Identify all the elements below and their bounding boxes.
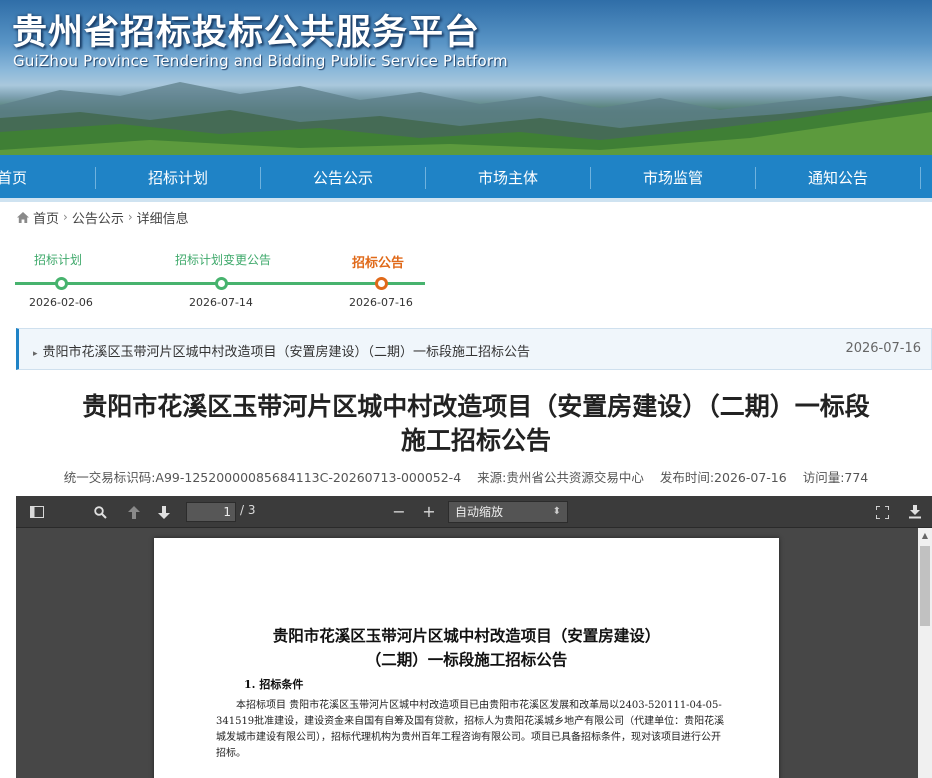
article-meta: 统一交易标识码:A99-12520000085684113C-20260713-… <box>0 467 932 486</box>
nav-item-market-entities[interactable]: 市场主体 <box>426 155 590 198</box>
page-number-input[interactable]: 1 <box>186 502 236 522</box>
timeline-step-label[interactable]: 招标计划变更公告 <box>175 251 271 268</box>
timeline-step-label[interactable]: 招标计划 <box>34 251 82 268</box>
zoom-select-value: 自动缩放 <box>455 505 504 519</box>
updown-caret-icon: ⬍ <box>552 506 561 517</box>
pdf-viewer: 1 / 3 − + 自动缩放 ⬍ 贵阳市花溪区玉带河片区城中村改造项目（安置房建… <box>16 496 932 778</box>
download-icon[interactable] <box>904 502 926 522</box>
home-icon[interactable] <box>16 211 30 224</box>
breadcrumb-current: 详细信息 <box>136 211 189 227</box>
pdf-document-title: 贵阳市花溪区玉带河片区城中村改造项目（安置房建设） （二期）一标段施工招标公告 <box>154 624 779 672</box>
timeline-step-label-active[interactable]: 招标公告 <box>352 252 404 271</box>
scroll-up-arrow-icon[interactable]: ▲ <box>918 530 932 542</box>
zoom-select[interactable]: 自动缩放 ⬍ <box>448 501 568 523</box>
pdf-title-line2: （二期）一标段施工招标公告 <box>365 650 568 669</box>
pdf-toolbar: 1 / 3 − + 自动缩放 ⬍ <box>16 496 932 528</box>
pdf-section-heading: 1. 招标条件 <box>244 678 304 691</box>
meta-publish-date: 发布时间:2026-07-16 <box>659 470 787 485</box>
chevron-right-icon: › <box>127 210 133 224</box>
zoom-in-icon[interactable]: + <box>418 502 440 522</box>
breadcrumb-home-link[interactable]: 首页 <box>33 208 59 227</box>
notice-title[interactable]: 贵阳市花溪区玉带河片区城中村改造项目（安置房建设）（二期）一标段施工招标公告 <box>43 345 531 360</box>
nav-item-market-supervision[interactable]: 市场监管 <box>591 155 755 198</box>
nav-item-notices[interactable]: 通知公告 <box>756 155 920 198</box>
timeline-dot <box>215 277 228 290</box>
pdf-title-line1: 贵阳市花溪区玉带河片区城中村改造项目（安置房建设） <box>272 626 661 645</box>
zoom-out-icon[interactable]: − <box>388 502 410 522</box>
notice-date: 2026-07-16 <box>845 341 921 356</box>
pdf-page: 贵阳市花溪区玉带河片区城中村改造项目（安置房建设） （二期）一标段施工招标公告 … <box>154 538 779 778</box>
nav-item-announcements[interactable]: 公告公示 <box>261 155 425 198</box>
notice-title-row: ▸ 贵阳市花溪区玉带河片区城中村改造项目（安置房建设）（二期）一标段施工招标公告 <box>33 341 530 360</box>
page-title: 贵阳市花溪区玉带河片区城中村改造项目（安置房建设）（二期）一标段 施工招标公告 <box>20 390 932 458</box>
page-count: / 3 <box>240 503 256 517</box>
search-icon[interactable] <box>89 502 111 522</box>
meta-source: 来源:贵州省公共资源交易中心 <box>477 470 644 485</box>
nav-item-tender-plan[interactable]: 招标计划 <box>96 155 260 198</box>
sidebar-toggle-icon[interactable] <box>26 502 48 522</box>
pdf-body-text: 本招标项目 贵阳市花溪区玉带河片区城中村改造项目已由贵阳市花溪区发展和改革局以2… <box>216 700 725 759</box>
page-title-line1: 贵阳市花溪区玉带河片区城中村改造项目（安置房建设）（二期）一标段 <box>82 392 870 421</box>
breadcrumb: 首页 › 公告公示 › 详细信息 <box>16 207 189 227</box>
meta-view-count: 访问量:774 <box>802 470 869 485</box>
timeline-dot-active <box>375 277 388 290</box>
main-nav: 首页 招标计划 公告公示 市场主体 市场监管 通知公告 <box>0 155 932 202</box>
site-title: 贵州省招标投标公共服务平台 <box>12 13 481 53</box>
meta-trade-code: 统一交易标识码:A99-12520000085684113C-20260713-… <box>63 470 462 485</box>
timeline-step-date: 2026-02-06 <box>29 296 93 309</box>
site-subtitle: GuiZhou Province Tendering and Bidding P… <box>13 52 508 70</box>
nav-divider <box>920 167 921 189</box>
next-page-icon[interactable] <box>153 502 175 522</box>
previous-page-icon[interactable] <box>123 502 145 522</box>
page-title-line2: 施工招标公告 <box>400 426 551 455</box>
nav-item-home[interactable]: 首页 <box>0 155 32 198</box>
timeline-dot <box>55 277 68 290</box>
notice-bar[interactable]: ▸ 贵阳市花溪区玉带河片区城中村改造项目（安置房建设）（二期）一标段施工招标公告 … <box>16 328 932 370</box>
scrollbar-thumb[interactable] <box>920 546 930 626</box>
header-banner: 贵州省招标投标公共服务平台 GuiZhou Province Tendering… <box>0 0 932 155</box>
vertical-scrollbar[interactable]: ▲ <box>918 528 932 778</box>
timeline-step-date: 2026-07-16 <box>349 296 413 309</box>
timeline-step-date: 2026-07-14 <box>189 296 253 309</box>
chevron-right-icon: › <box>63 210 68 224</box>
fullscreen-icon[interactable] <box>871 502 893 522</box>
caret-right-icon: ▸ <box>33 349 38 359</box>
breadcrumb-section-link[interactable]: 公告公示 <box>72 208 124 227</box>
